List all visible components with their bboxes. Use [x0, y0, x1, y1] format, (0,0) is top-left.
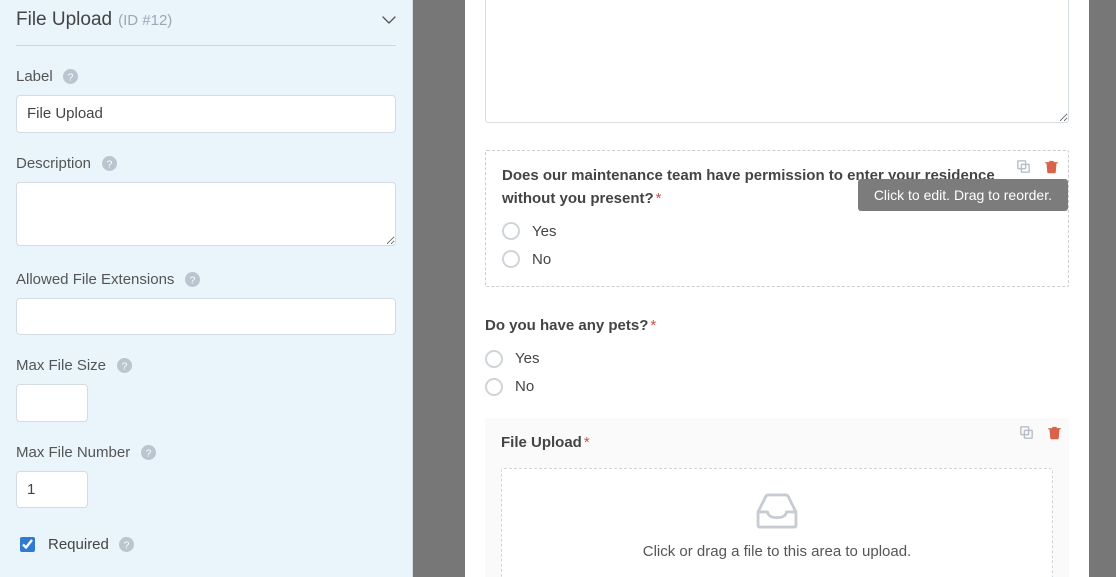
trash-icon[interactable] — [1045, 424, 1063, 442]
description-input[interactable] — [16, 182, 396, 246]
required-asterisk: * — [650, 317, 656, 334]
svg-text:?: ? — [68, 72, 74, 83]
svg-text:?: ? — [121, 361, 127, 372]
preview-field-permission[interactable]: Does our maintenance team have permissio… — [485, 150, 1069, 287]
max-number-caption: Max File Number — [16, 444, 130, 461]
allowed-ext-input[interactable] — [16, 298, 396, 336]
duplicate-icon[interactable] — [1017, 424, 1035, 442]
field-max-size-setting: Max File Size ? — [16, 357, 396, 422]
svg-text:?: ? — [190, 275, 196, 286]
radio-icon — [502, 222, 520, 240]
radio-label: No — [532, 251, 551, 268]
preview-textarea[interactable] — [485, 0, 1069, 123]
q2-label: Do you have any pets?* — [485, 315, 1069, 338]
radio-icon — [485, 378, 503, 396]
radio-label: Yes — [532, 223, 556, 240]
preview-field-pets[interactable]: Do you have any pets?* Yes No — [485, 315, 1069, 396]
field-settings-sidebar: File Upload (ID #12) Label ? Description… — [0, 0, 413, 577]
help-icon[interactable]: ? — [101, 155, 117, 171]
allowed-ext-caption: Allowed File Extensions — [16, 271, 174, 288]
help-icon[interactable]: ? — [184, 271, 200, 287]
preview-field-file-upload[interactable]: File Upload* Click or drag a file to thi… — [485, 418, 1069, 577]
label-input[interactable] — [16, 95, 396, 133]
inbox-icon — [754, 493, 800, 533]
required-asterisk: * — [584, 434, 590, 451]
field-max-number-setting: Max File Number ? — [16, 444, 396, 509]
description-caption: Description — [16, 155, 91, 172]
required-checkbox[interactable] — [20, 537, 35, 552]
radio-option[interactable]: No — [485, 378, 1069, 396]
field-label-setting: Label ? — [16, 68, 396, 133]
field-type-title: File Upload — [16, 9, 112, 31]
sidebar-header: File Upload (ID #12) — [16, 9, 396, 46]
required-setting: Required ? — [16, 534, 396, 555]
field-id-label: (ID #12) — [118, 12, 172, 29]
max-size-caption: Max File Size — [16, 357, 106, 374]
svg-text:?: ? — [106, 159, 112, 170]
radio-label: No — [515, 378, 534, 395]
dropzone-hint: Click or drag a file to this area to upl… — [643, 543, 911, 560]
radio-option[interactable]: Yes — [485, 350, 1069, 368]
radio-icon — [502, 250, 520, 268]
radio-label: Yes — [515, 350, 539, 367]
field-description-setting: Description ? — [16, 155, 396, 249]
max-size-input[interactable] — [16, 384, 88, 422]
chevron-down-icon[interactable] — [382, 13, 396, 27]
help-icon[interactable]: ? — [116, 358, 132, 374]
file-dropzone[interactable]: Click or drag a file to this area to upl… — [501, 468, 1053, 577]
svg-text:?: ? — [145, 448, 151, 459]
form-preview: Does our maintenance team have permissio… — [465, 0, 1089, 577]
field-allowed-ext-setting: Allowed File Extensions ? — [16, 271, 396, 336]
required-asterisk: * — [656, 190, 662, 207]
duplicate-icon[interactable] — [1014, 157, 1032, 175]
required-caption: Required — [48, 536, 109, 553]
help-icon[interactable]: ? — [63, 69, 79, 85]
radio-icon — [485, 350, 503, 368]
label-caption: Label — [16, 68, 53, 85]
file-upload-label: File Upload* — [501, 432, 1053, 455]
help-icon[interactable]: ? — [140, 444, 156, 460]
canvas-outer: Does our maintenance team have permissio… — [461, 0, 1089, 577]
help-icon[interactable]: ? — [119, 537, 135, 553]
trash-icon[interactable] — [1042, 157, 1060, 175]
builder-gap-right — [1089, 0, 1116, 577]
radio-option[interactable]: No — [502, 250, 1052, 268]
svg-text:?: ? — [124, 540, 130, 551]
field-tooltip: Click to edit. Drag to reorder. — [858, 179, 1068, 211]
builder-gap — [413, 0, 461, 577]
radio-option[interactable]: Yes — [502, 222, 1052, 240]
max-number-input[interactable] — [16, 471, 88, 509]
